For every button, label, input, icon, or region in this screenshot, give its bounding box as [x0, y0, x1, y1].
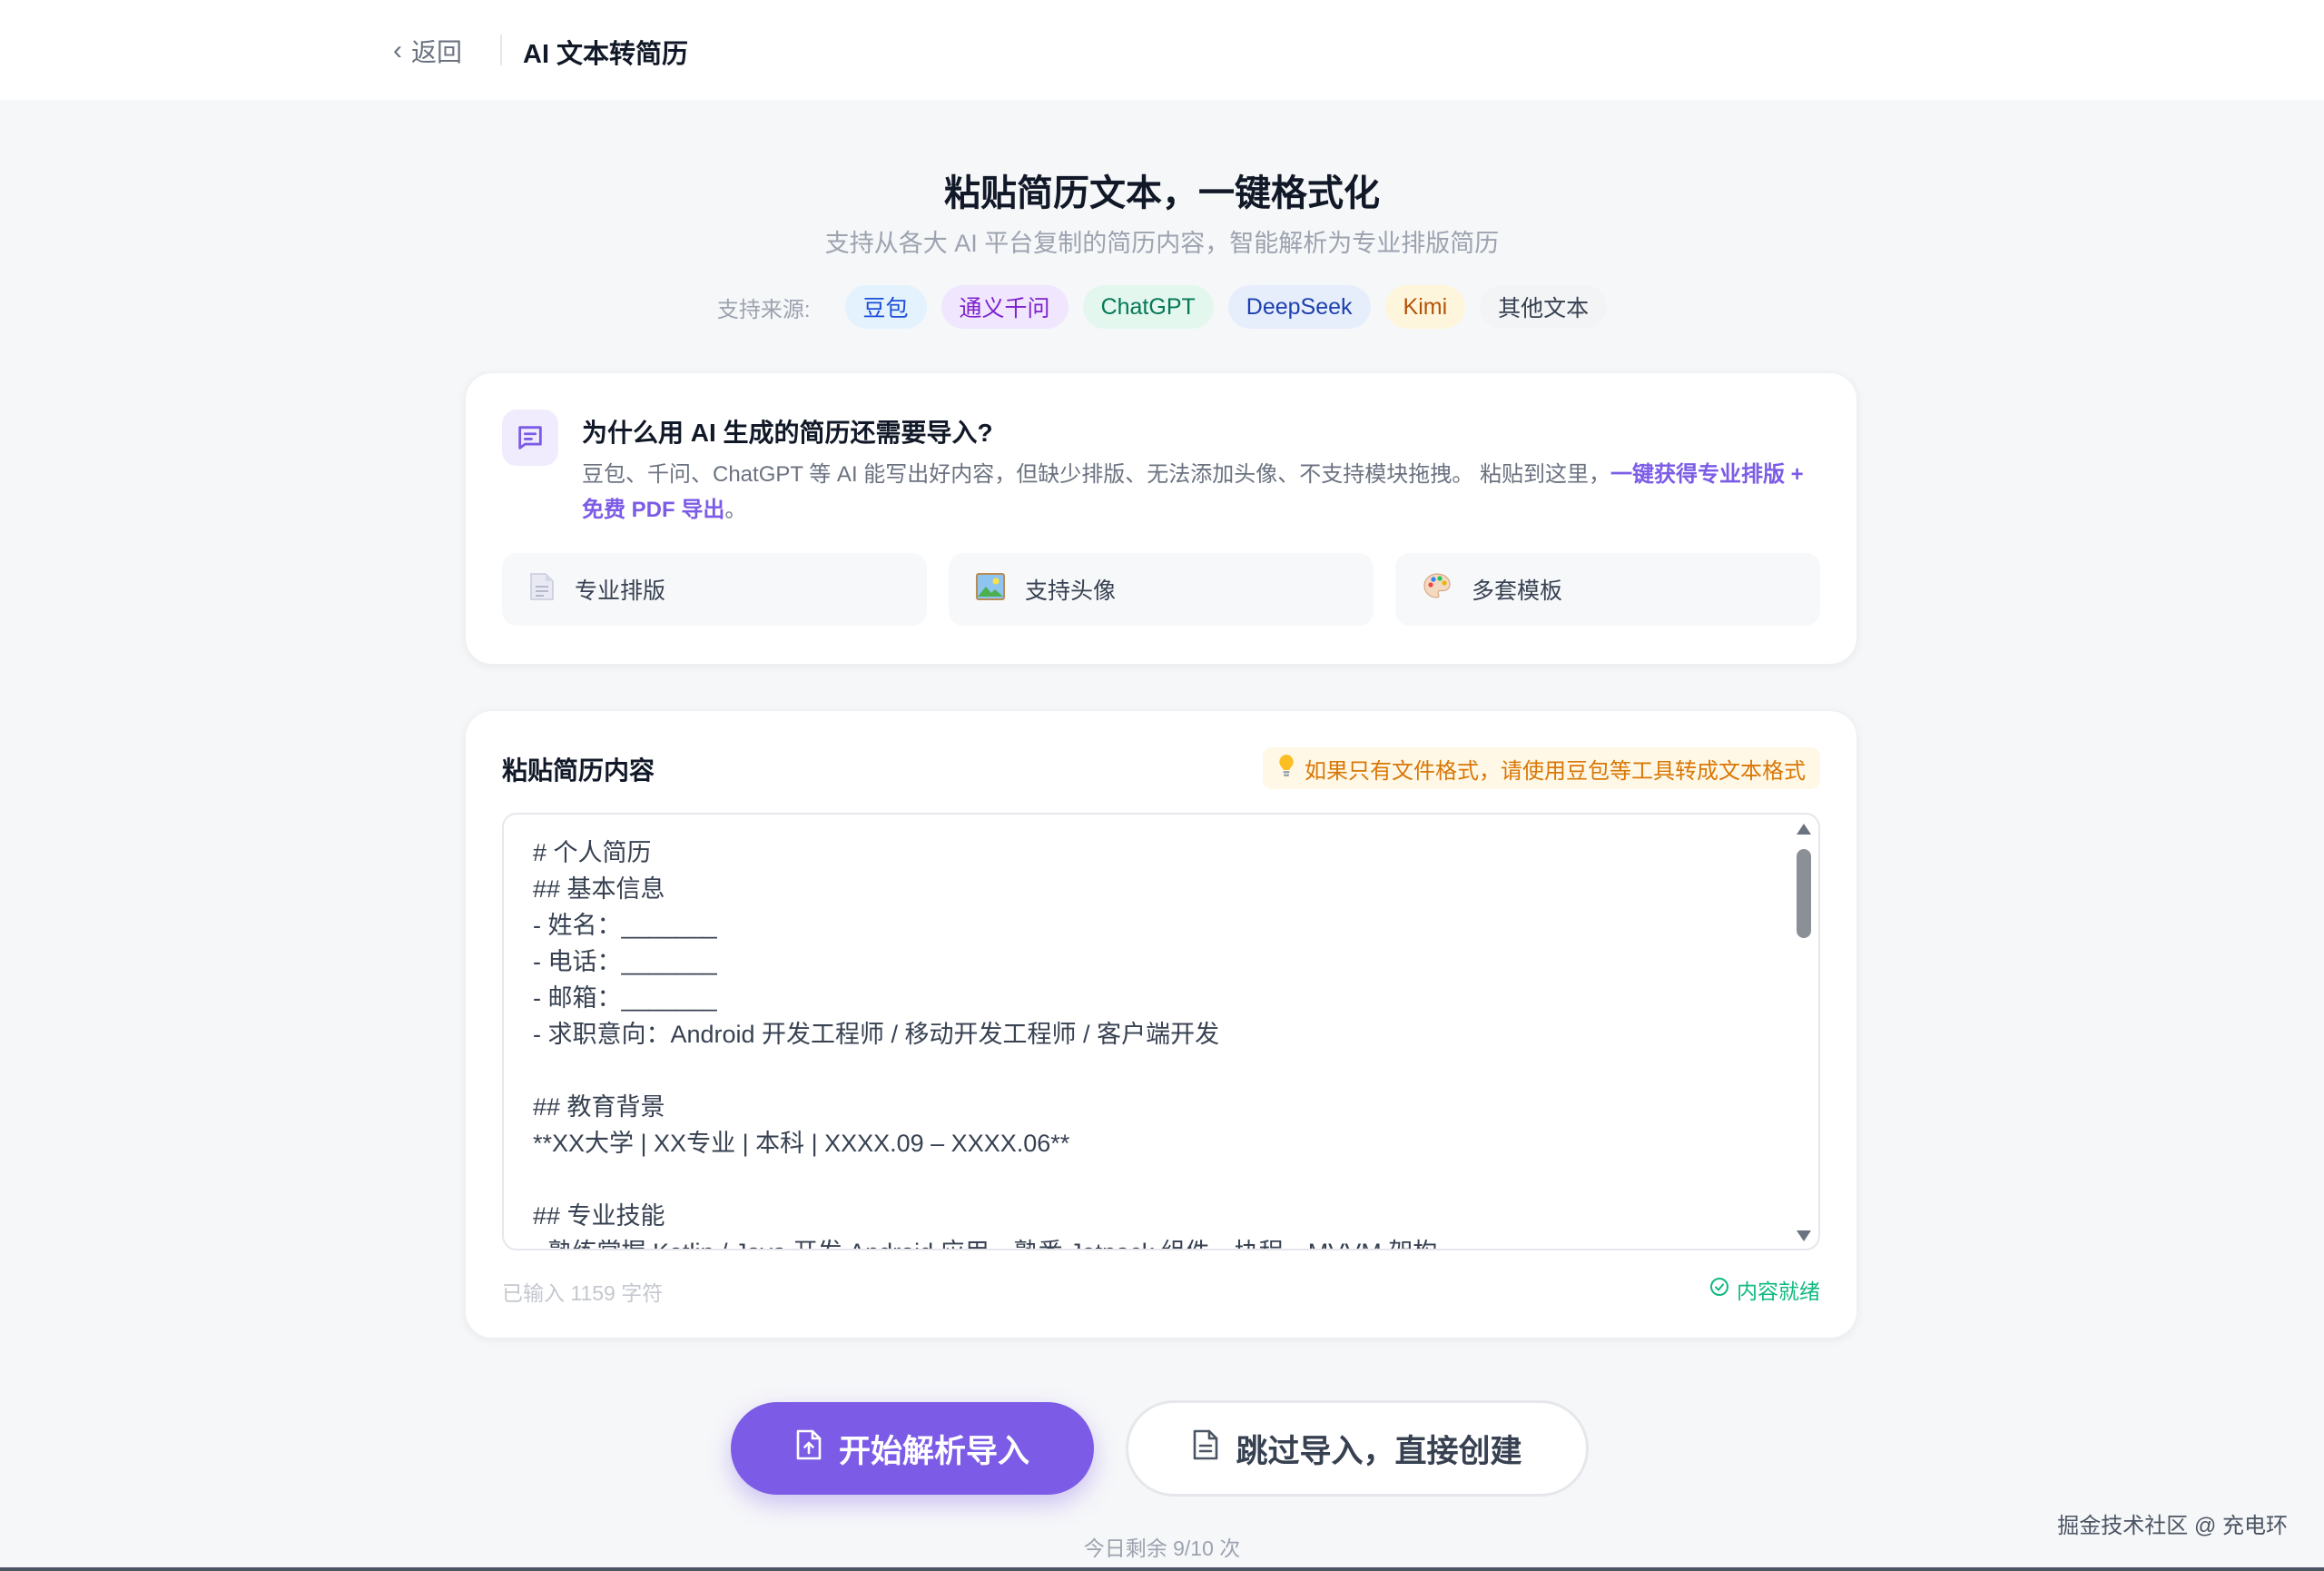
feature-templates: 多套模板 [1395, 553, 1820, 626]
start-import-button[interactable]: 开始解析导入 [731, 1402, 1094, 1495]
resume-text-input[interactable]: # 个人简历 ## 基本信息 - 姓名：_______ - 电话：_______… [502, 813, 1820, 1250]
watermark: 掘金技术社区 @ 充电环 [2057, 1514, 2288, 1538]
skip-import-label: 跳过导入，直接创建 [1236, 1433, 1522, 1469]
paste-card: 粘贴简历内容 如果只有文件格式，请使用豆包等工具转成文本格式 # 个人简历 ##… [465, 710, 1857, 1339]
scroll-up-arrow-icon[interactable] [1797, 824, 1811, 835]
chevron-left-icon: ‹ [393, 35, 402, 65]
sources-label: 支持来源: [716, 297, 811, 322]
check-circle-icon [1709, 1277, 1729, 1302]
skip-import-button[interactable]: 跳过导入，直接创建 [1126, 1400, 1589, 1497]
message-lines-icon [502, 410, 558, 466]
editor-scrollbar[interactable] [1795, 822, 1811, 1243]
back-label: 返回 [411, 38, 463, 66]
scroll-down-arrow-icon[interactable] [1797, 1230, 1811, 1241]
why-description: 豆包、千问、ChatGPT 等 AI 能写出好内容，但缺少排版、无法添加头像、不… [582, 457, 1826, 528]
start-import-label: 开始解析导入 [838, 1433, 1029, 1469]
document-icon [529, 572, 555, 608]
source-list: 支持来源: 豆包 通义千问 ChatGPT DeepSeek Kimi 其他文本 [0, 285, 2324, 329]
remaining-count: 今日剩余 9/10 次 [1083, 1536, 1241, 1560]
resume-text-content[interactable]: # 个人简历 ## 基本信息 - 姓名：_______ - 电话：_______… [533, 835, 1768, 1249]
file-upload-icon [795, 1428, 822, 1469]
picture-icon [976, 572, 1005, 607]
source-chip-kimi[interactable]: Kimi [1384, 285, 1466, 329]
feature-label: 专业排版 [575, 578, 666, 604]
feature-layout: 专业排版 [502, 553, 927, 626]
feature-list: 专业排版 支持头像 多套模板 [502, 553, 1820, 626]
paste-title: 粘贴简历内容 [502, 756, 655, 785]
feature-label: 支持头像 [1025, 578, 1117, 604]
why-import-card: 为什么用 AI 生成的简历还需要导入? 豆包、千问、ChatGPT 等 AI 能… [465, 372, 1857, 665]
source-chip-tongyi[interactable]: 通义千问 [940, 285, 1068, 329]
palette-icon [1423, 572, 1452, 608]
ready-text: 内容就绪 [1737, 1280, 1820, 1303]
char-count: 已输入 1159 字符 [502, 1281, 664, 1305]
format-tip: 如果只有文件格式，请使用豆包等工具转成文本格式 [1263, 747, 1820, 789]
hero-title: 粘贴简历文本，一键格式化 [944, 173, 1380, 213]
scroll-thumb[interactable] [1797, 849, 1811, 938]
feature-label: 多套模板 [1472, 578, 1563, 604]
why-desc-suffix: 。 [724, 498, 747, 522]
why-desc-prefix: 豆包、千问、ChatGPT 等 AI 能写出好内容，但缺少排版、无法添加头像、不… [582, 462, 1610, 487]
source-chip-other[interactable]: 其他文本 [1480, 285, 1608, 329]
back-button[interactable]: ‹ 返回 [393, 31, 462, 71]
bottom-border [0, 1567, 2324, 1571]
ready-status: 内容就绪 [1709, 1274, 1820, 1305]
file-text-icon [1192, 1428, 1219, 1469]
source-chip-doubao[interactable]: 豆包 [844, 285, 927, 329]
lightbulb-icon [1277, 754, 1295, 784]
header-divider [500, 35, 502, 65]
page-title: AI 文本转简历 [523, 40, 689, 69]
source-chip-deepseek[interactable]: DeepSeek [1227, 285, 1371, 329]
feature-avatar: 支持头像 [949, 553, 1374, 626]
hero-subtitle: 支持从各大 AI 平台复制的简历内容，智能解析为专业排版简历 [824, 230, 1500, 257]
source-chip-chatgpt[interactable]: ChatGPT [1082, 285, 1214, 329]
why-title: 为什么用 AI 生成的简历还需要导入? [582, 419, 993, 447]
top-bar: ‹ 返回 AI 文本转简历 [0, 0, 2324, 100]
tip-text: 如果只有文件格式，请使用豆包等工具转成文本格式 [1305, 758, 1806, 784]
